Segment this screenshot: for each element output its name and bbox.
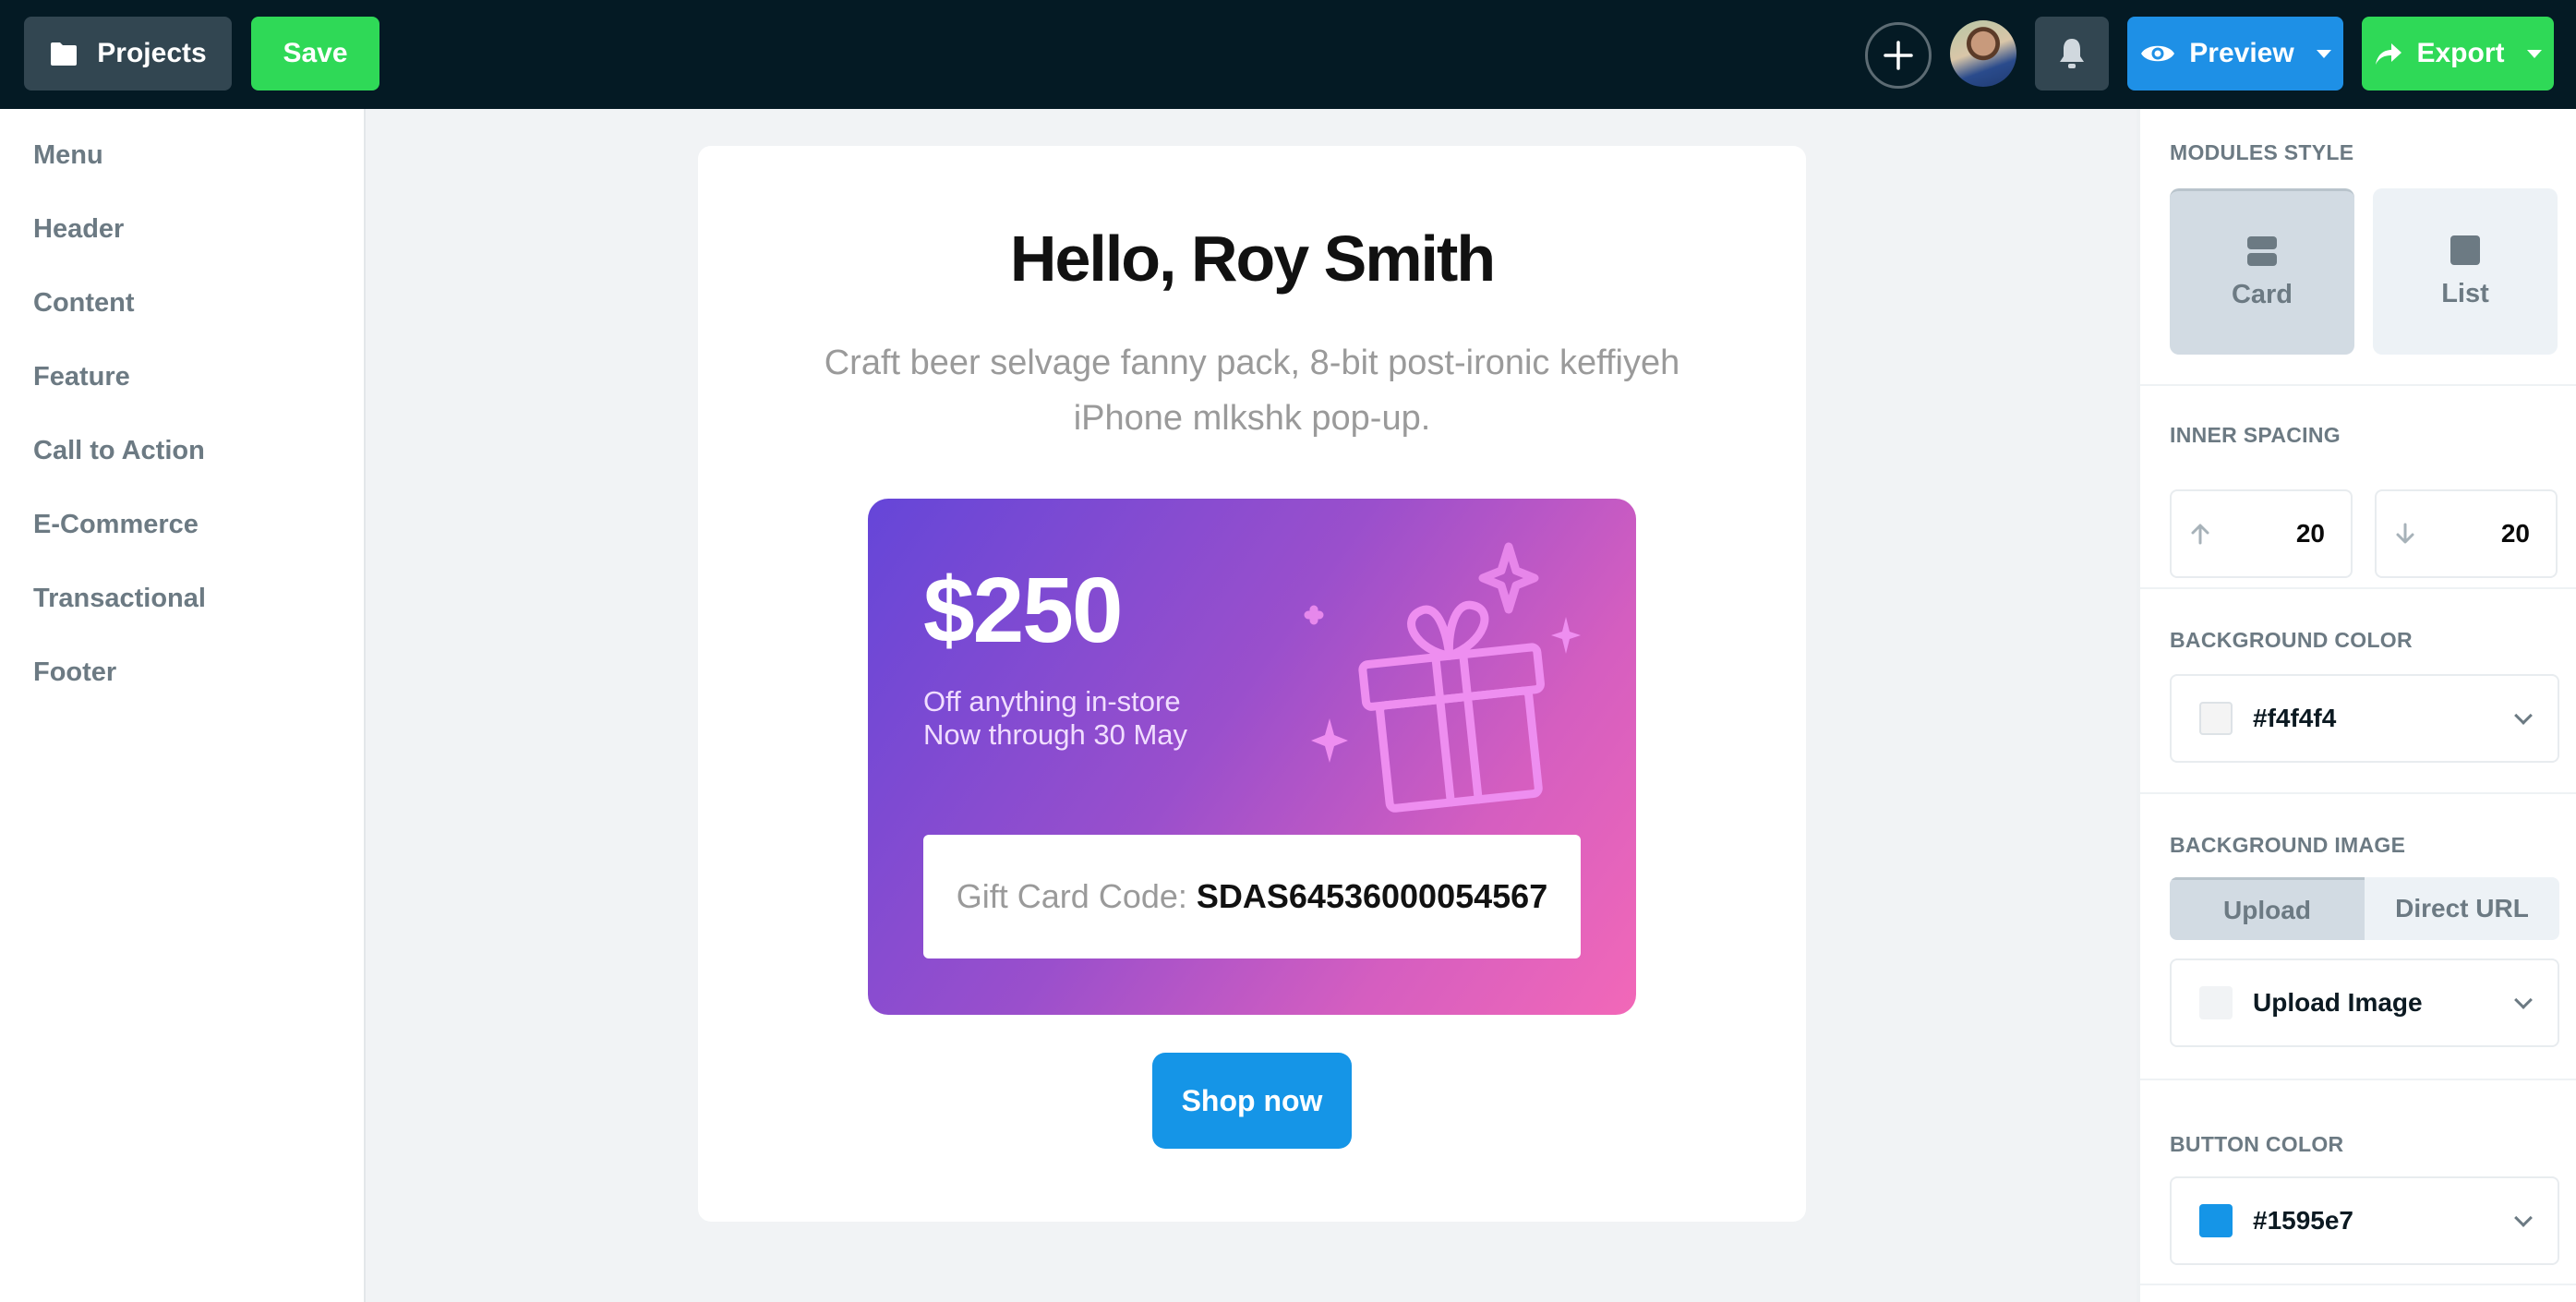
sidebar-item-call-to-action[interactable]: Call to Action xyxy=(33,436,205,466)
notifications-button[interactable] xyxy=(2035,17,2109,90)
style-option-card[interactable]: Card xyxy=(2170,188,2354,355)
background-color-label: BACKGROUND COLOR xyxy=(2170,628,2413,652)
sidebar-item-menu[interactable]: Menu xyxy=(33,140,103,171)
top-bar: Projects Save Preview Export xyxy=(0,0,2576,109)
gift-line-1: Off anything in-store xyxy=(923,685,1181,717)
email-title: Hello, Roy Smith xyxy=(1009,223,1496,295)
export-button[interactable]: Export xyxy=(2362,17,2554,90)
gift-code-value: SDAS64536000054567 xyxy=(1196,877,1548,915)
preview-label: Preview xyxy=(2189,38,2294,68)
inner-spacing-label: INNER SPACING xyxy=(2170,423,2341,447)
tab-direct-url[interactable]: Direct URL xyxy=(2365,877,2559,940)
upload-image-label: Upload Image xyxy=(2253,988,2423,1017)
share-arrow-icon xyxy=(2376,43,2402,65)
projects-label: Projects xyxy=(97,38,207,68)
background-image-label: BACKGROUND IMAGE xyxy=(2170,833,2406,857)
module-sidebar: Menu Header Content Feature Call to Acti… xyxy=(0,109,366,1302)
upload-image-select[interactable]: Upload Image xyxy=(2170,958,2559,1047)
arrow-up-icon xyxy=(2191,524,2209,545)
plus-icon xyxy=(1884,41,1913,70)
spacing-top-input[interactable]: 20 xyxy=(2170,489,2353,578)
export-label: Export xyxy=(2416,38,2505,68)
add-button[interactable] xyxy=(1865,22,1932,89)
sidebar-item-footer[interactable]: Footer xyxy=(33,657,116,688)
gift-code-box: Gift Card Code: SDAS64536000054567 xyxy=(923,835,1581,958)
spacing-bottom-value: 20 xyxy=(2500,519,2530,548)
chevron-down-icon xyxy=(2514,991,2533,1009)
user-avatar[interactable] xyxy=(1950,20,2016,87)
sidebar-item-transactional[interactable]: Transactional xyxy=(33,584,206,614)
style-option-list[interactable]: List xyxy=(2373,188,2558,355)
modules-style-section: MODULES STYLE Card List xyxy=(2140,109,2576,386)
list-layout-icon xyxy=(2450,235,2480,265)
email-subtitle: Craft beer selvage fanny pack, 8-bit pos… xyxy=(824,344,1680,438)
button-color-swatch xyxy=(2199,1204,2233,1237)
save-label: Save xyxy=(283,38,348,68)
save-button[interactable]: Save xyxy=(251,17,379,90)
chevron-down-icon xyxy=(2514,706,2533,725)
arrow-down-icon xyxy=(2396,523,2414,544)
preview-button[interactable]: Preview xyxy=(2127,17,2343,90)
style-option-card-label: Card xyxy=(2231,280,2293,309)
style-option-list-label: List xyxy=(2441,278,2489,308)
gift-box-icon xyxy=(1304,542,1581,813)
sidebar-item-e-commerce[interactable]: E-Commerce xyxy=(33,510,199,540)
button-color-label: BUTTON COLOR xyxy=(2170,1132,2344,1156)
spacing-top-value: 20 xyxy=(2295,519,2325,548)
caret-down-icon xyxy=(2526,49,2542,58)
folder-icon xyxy=(51,42,78,66)
button-color-value: #1595e7 xyxy=(2253,1206,2354,1235)
background-color-value: #f4f4f4 xyxy=(2253,704,2337,732)
background-color-swatch xyxy=(2199,702,2233,735)
button-color-section: BUTTON COLOR #1595e7 xyxy=(2140,1080,2576,1285)
modules-style-label: MODULES STYLE xyxy=(2170,140,2354,164)
caret-down-icon xyxy=(2316,49,2331,58)
spacing-bottom-input[interactable]: 20 xyxy=(2375,489,2558,578)
inner-spacing-section: INNER SPACING 20 20 xyxy=(2140,386,2576,589)
sidebar-item-content[interactable]: Content xyxy=(33,288,135,319)
gift-amount: $250 xyxy=(923,559,1123,662)
sidebar-item-feature[interactable]: Feature xyxy=(33,362,130,392)
card-layout-icon xyxy=(2247,236,2277,266)
background-image-section: BACKGROUND IMAGE Upload Direct URL Uploa… xyxy=(2140,794,2576,1080)
shop-now-button[interactable]: Shop now xyxy=(1152,1053,1352,1149)
image-placeholder-swatch xyxy=(2199,986,2233,1019)
button-color-select[interactable]: #1595e7 xyxy=(2170,1176,2559,1265)
bell-icon xyxy=(2060,39,2084,68)
background-color-select[interactable]: #f4f4f4 xyxy=(2170,674,2559,763)
gift-card: $250 Off anything in-store Now through 3… xyxy=(868,499,1636,1015)
tab-upload[interactable]: Upload xyxy=(2170,877,2365,940)
eye-icon xyxy=(2141,45,2175,62)
background-color-section: BACKGROUND COLOR #f4f4f4 xyxy=(2140,589,2576,794)
gift-code-label: Gift Card Code: xyxy=(956,877,1187,915)
style-panel: MODULES STYLE Card List INNER SPACING 20… xyxy=(2137,109,2576,1302)
projects-button[interactable]: Projects xyxy=(24,17,232,90)
chevron-down-icon xyxy=(2514,1209,2533,1227)
gift-line-2: Now through 30 May xyxy=(923,718,1188,751)
sidebar-item-header[interactable]: Header xyxy=(33,214,124,245)
email-preview-card[interactable]: Hello, Roy Smith Craft beer selvage fann… xyxy=(698,146,1806,1222)
background-image-tabs: Upload Direct URL xyxy=(2170,877,2559,940)
